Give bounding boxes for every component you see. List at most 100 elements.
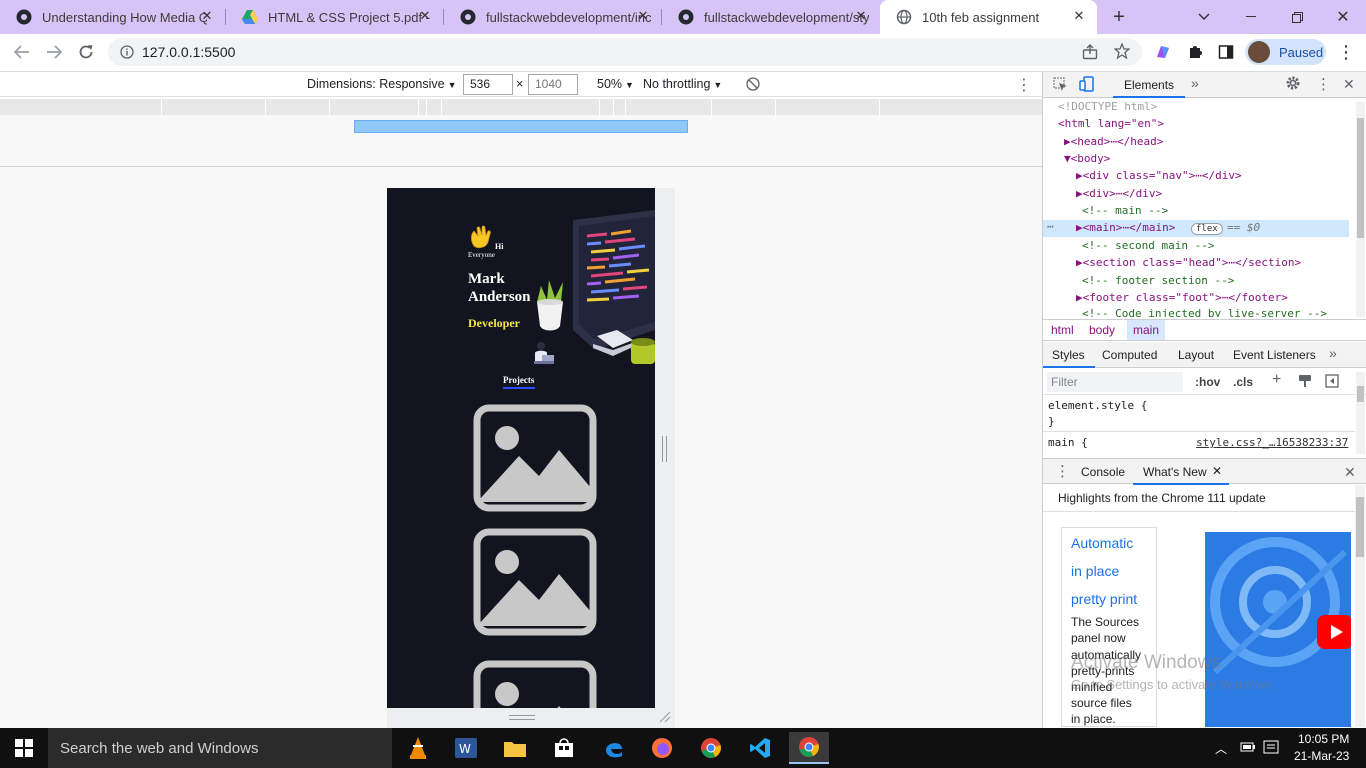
flex-badge[interactable]: flex [1191,223,1223,235]
chrome-active-icon[interactable] [789,732,829,764]
minimize-icon[interactable] [1237,3,1265,31]
zoom-dropdown[interactable]: 50% ▼ [597,77,634,91]
paint-icon[interactable] [1298,374,1312,388]
new-tab-plus-icon[interactable]: + [1105,3,1133,31]
restore-icon[interactable] [1283,3,1311,31]
feature-link[interactable]: Automatic [1071,535,1133,551]
close-tab-icon[interactable]: ✕ [1071,8,1087,24]
feature-link[interactable]: in place [1071,563,1119,579]
tab-console[interactable]: Console [1081,465,1125,479]
dom-line[interactable]: <!DOCTYPE html> [1058,100,1157,113]
store-icon[interactable] [544,732,584,764]
drawer-menu-icon[interactable]: ⋮ [1055,462,1070,480]
dimensions-dropdown[interactable]: Dimensions: Responsive ▼ [307,77,456,91]
tab-styles[interactable]: Styles [1052,348,1085,362]
main-rule-selector[interactable]: main { [1048,436,1088,449]
dom-line[interactable]: ▶<div class="nav">⋯</div> [1076,169,1242,182]
more-tabs-icon[interactable]: » [1191,75,1199,91]
file-explorer-icon[interactable] [495,732,535,764]
styles-filter-input[interactable]: Filter [1047,372,1183,392]
styles-scrollbar[interactable] [1356,372,1365,454]
close-tab-icon[interactable]: ✕ [417,8,433,24]
resize-handle-right[interactable] [662,436,667,462]
element-style-rule[interactable]: element.style { [1048,399,1147,412]
dom-line[interactable]: <!-- Code injected by live-server --> [1082,307,1327,317]
address-bar[interactable]: 127.0.0.1:5500 [108,38,1142,66]
more-tabs-icon[interactable]: » [1329,345,1337,361]
close-window-icon[interactable]: ✕ [1329,3,1357,31]
tab-elements[interactable]: Elements [1124,78,1174,92]
bookmark-star-icon[interactable] [1114,43,1130,59]
clock-time[interactable]: 10:05 PM [1298,732,1349,746]
close-devtools-icon[interactable]: ✕ [1343,76,1355,93]
side-panel-icon[interactable] [1212,38,1240,66]
site-info-icon[interactable] [120,45,134,59]
dom-line[interactable]: ▶<footer class="foot">⋯</footer> [1076,291,1288,304]
tab-event-listeners[interactable]: Event Listeners [1233,348,1316,362]
height-input[interactable]: 1040 [528,74,578,95]
tab-computed[interactable]: Computed [1102,348,1157,362]
close-tab-icon[interactable]: ✕ [199,8,215,24]
tray-chevron-up-icon[interactable]: ︿ [1215,740,1227,757]
device-toggle-icon[interactable] [1079,76,1095,92]
dom-line[interactable]: ▶<head>⋯</head> [1064,135,1163,148]
extension-icon[interactable] [1149,38,1177,66]
new-rule-plus-icon[interactable]: + [1272,371,1281,389]
profile-button[interactable]: Paused [1245,39,1326,65]
browser-tab[interactable]: fullstackwebdevelopment/sty ✕ [662,0,879,34]
taskbar-search-box[interactable]: Search the web and Windows [48,728,392,768]
rotate-icon[interactable] [746,77,760,91]
vlc-icon[interactable] [398,732,438,764]
firefox-icon[interactable] [642,732,682,764]
dom-line[interactable]: <html lang="en"> [1058,117,1164,130]
breadcrumb-item[interactable]: html [1051,323,1074,337]
sidebar-toggle-icon[interactable] [1325,374,1339,388]
dom-line[interactable]: ▼<body> [1064,152,1110,165]
reload-icon[interactable] [72,38,100,66]
close-drawer-icon[interactable]: ✕ [1344,464,1356,481]
tab-whats-new[interactable]: What's New [1143,465,1207,479]
dom-line[interactable]: ▶<section class="head">⋯</section> [1076,256,1301,269]
resize-handle-bottom[interactable] [509,715,535,720]
notifications-icon[interactable] [1263,740,1279,754]
settings-gear-icon[interactable] [1285,75,1301,91]
chrome-icon[interactable] [691,732,731,764]
word-icon[interactable]: W [446,732,486,764]
vscode-icon[interactable] [740,732,780,764]
dom-line[interactable]: <!-- main --> [1082,204,1168,217]
windows-start-icon[interactable] [3,732,45,764]
browser-tab[interactable]: Understanding How Media Q ✕ [0,0,225,34]
battery-icon[interactable] [1240,740,1256,754]
breadcrumb-item[interactable]: body [1089,323,1115,337]
clock-date[interactable]: 21-Mar-23 [1294,749,1349,763]
forward-arrow-icon[interactable] [40,38,68,66]
video-thumbnail[interactable] [1205,532,1351,727]
chrome-menu-icon[interactable]: ⋮ [1332,38,1360,66]
image-placeholder-icon[interactable] [473,660,597,708]
youtube-play-icon[interactable] [1317,615,1351,649]
whats-new-scrollbar[interactable] [1355,485,1365,727]
resize-corner-icon[interactable] [659,711,671,723]
extensions-puzzle-icon[interactable] [1181,38,1209,66]
browser-tab-active[interactable]: 10th feb assignment ✕ [880,0,1097,34]
tab-search-chevron-icon[interactable] [1190,3,1218,31]
image-placeholder-icon[interactable] [473,404,597,512]
selected-dom-line[interactable]: ⋯ ▶<main>⋯</main> flex == $0 [1043,220,1349,237]
back-arrow-icon[interactable] [8,38,36,66]
breadcrumb-item-active[interactable]: main [1127,320,1166,340]
tab-layout[interactable]: Layout [1178,348,1214,362]
devtools-more-icon[interactable]: ⋮ [1316,75,1331,93]
browser-tab[interactable]: fullstackwebdevelopment/inc ✕ [444,0,661,34]
dom-line[interactable]: ▶<div>⋯</div> [1076,187,1162,200]
close-tab-icon[interactable]: ✕ [635,8,651,24]
style-source-link[interactable]: style.css?_…16538233:37 [1196,436,1348,449]
inspect-element-icon[interactable] [1053,77,1068,92]
close-tab-icon[interactable]: ✕ [1212,464,1222,478]
hov-toggle[interactable]: :hov [1195,375,1220,389]
dom-scrollbar[interactable] [1356,102,1365,317]
cls-toggle[interactable]: .cls [1233,375,1253,389]
feature-link[interactable]: pretty print [1071,591,1137,607]
throttling-dropdown[interactable]: No throttling ▼ [643,77,722,91]
share-icon[interactable] [1082,44,1098,60]
image-placeholder-icon[interactable] [473,528,597,636]
